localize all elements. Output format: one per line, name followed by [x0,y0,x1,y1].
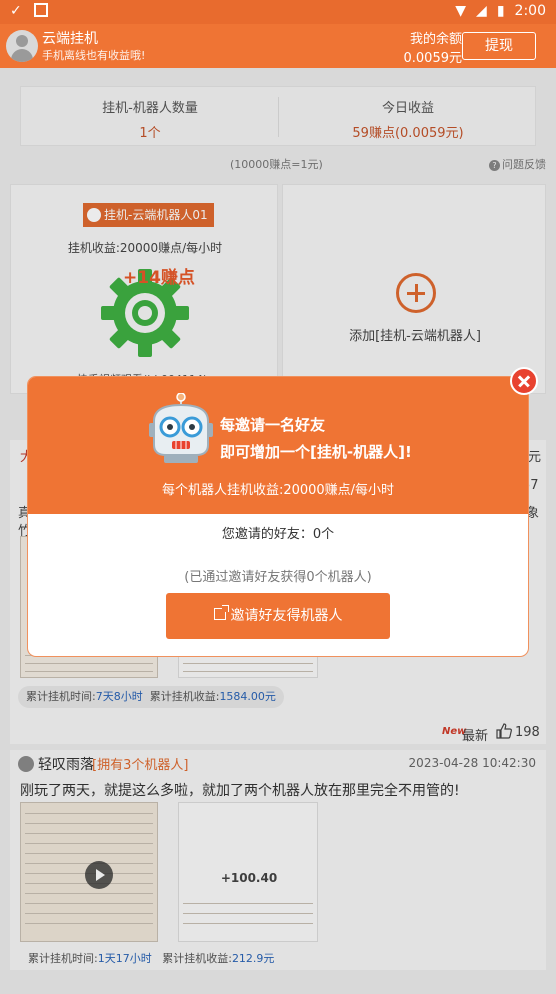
balance-value: 0.0059元 [403,51,463,66]
check-icon: ✓ [10,3,22,19]
modal-title-line1: 每邀请一名好友 [220,416,326,434]
modal-robot-earning: 每个机器人挂机收益:20000赚点/每小时 [161,483,395,498]
invite-friends-button[interactable]: 邀请好友得机器人 [166,593,390,639]
clock-time: 2:00 [514,3,546,19]
modal-title-line2: 即可增加一个[挂机-机器人]! [220,443,412,461]
wifi-icon: ▼ [455,3,467,19]
app-subtitle: 手机离线也有收益哦! [42,49,146,62]
robot-mascot-icon [149,393,213,463]
balance-label: 我的余额 [409,32,462,47]
modal-header: 每邀请一名好友 即可增加一个[挂机-机器人]! 每个机器人挂机收益:20000赚… [28,377,528,514]
invite-button-label: 邀请好友得机器人 [230,608,343,624]
signal-icon: ◢ [476,3,487,19]
battery-icon: ▮ [496,3,505,19]
share-icon [213,605,229,620]
app-header: 云端挂机 手机离线也有收益哦! 我的余额 0.0059元 提现 [0,24,556,68]
friends-invited-count: 您邀请的好友：0个 [221,527,335,542]
app-title: 云端挂机 [42,31,98,47]
status-bar: ✓ ▼ ◢ ▮ 2:00 [0,0,556,24]
app-notification-icon [33,3,48,17]
robots-obtained-note: (已通过邀请好友获得0个机器人) [184,570,372,585]
withdraw-button[interactable]: 提现 [462,32,536,60]
close-icon[interactable] [510,367,538,395]
user-avatar[interactable] [6,30,38,62]
invite-modal: 每邀请一名好友 即可增加一个[挂机-机器人]! 每个机器人挂机收益:20000赚… [28,377,528,656]
